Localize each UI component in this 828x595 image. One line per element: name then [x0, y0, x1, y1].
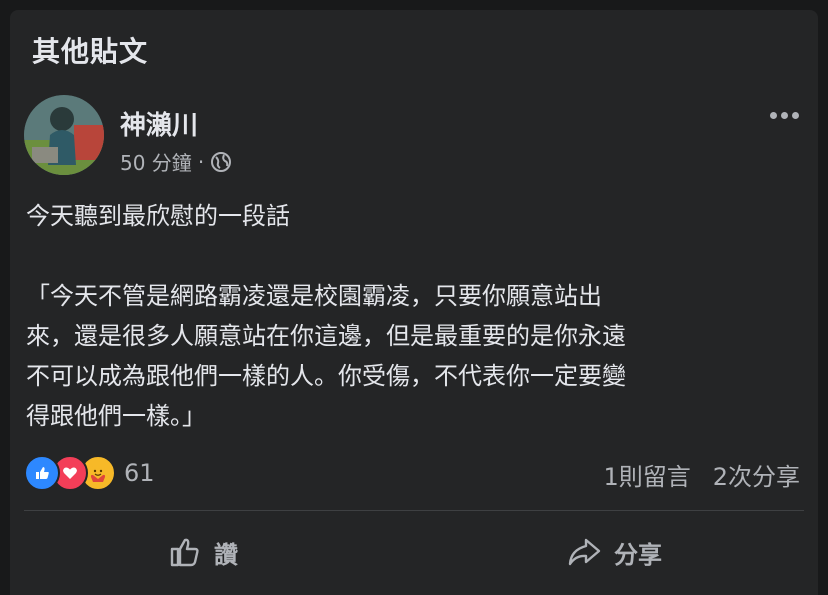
like-icon — [24, 455, 60, 491]
post-line: 得跟他們一樣。」 — [26, 402, 206, 430]
post-line: 來，還是很多人願意站在你這邊，但是最重要的是你永遠 — [26, 322, 626, 350]
shares-count[interactable]: 2次分享 — [713, 457, 800, 492]
share-button[interactable]: 分享 — [566, 528, 662, 576]
reactions-summary[interactable]: 61 — [24, 455, 155, 491]
comments-count[interactable]: 1則留言 — [603, 457, 690, 492]
post-meta: 50 分鐘 · — [120, 147, 232, 176]
post-time[interactable]: 50 分鐘 — [120, 147, 192, 176]
meta-separator: · — [197, 149, 205, 174]
post-line: 今天聽到最欣慰的一段話 — [26, 202, 290, 230]
author-name[interactable]: 神瀨川 — [120, 105, 198, 142]
author-avatar[interactable] — [24, 95, 104, 175]
more-options-button[interactable] — [764, 103, 804, 127]
post-line: 「今天不管是網路霸凌還是校園霸凌，只要你願意站出 — [26, 282, 602, 310]
dot-icon — [780, 111, 788, 119]
share-button-label: 分享 — [614, 540, 662, 569]
post-line-gap — [26, 236, 806, 276]
globe-icon[interactable] — [210, 151, 232, 173]
post-stats: 1則留言 2次分享 — [603, 457, 800, 492]
post-body: 今天聽到最欣慰的一段話 「今天不管是網路霸凌還是校園霸凌，只要你願意站出 來，還… — [26, 196, 806, 436]
reaction-count: 61 — [124, 459, 155, 487]
like-button[interactable]: 讚 — [168, 528, 238, 576]
avatar-image — [24, 95, 104, 175]
section-title: 其他貼文 — [32, 35, 149, 68]
dot-icon — [791, 111, 799, 119]
post-line: 不可以成為跟他們一樣的人。你受傷，不代表你一定要變 — [26, 362, 626, 390]
share-arrow-icon — [568, 538, 601, 566]
thumbs-up-icon — [170, 538, 199, 567]
like-button-label: 讚 — [214, 540, 238, 569]
divider — [24, 510, 804, 511]
dot-icon — [769, 111, 777, 119]
